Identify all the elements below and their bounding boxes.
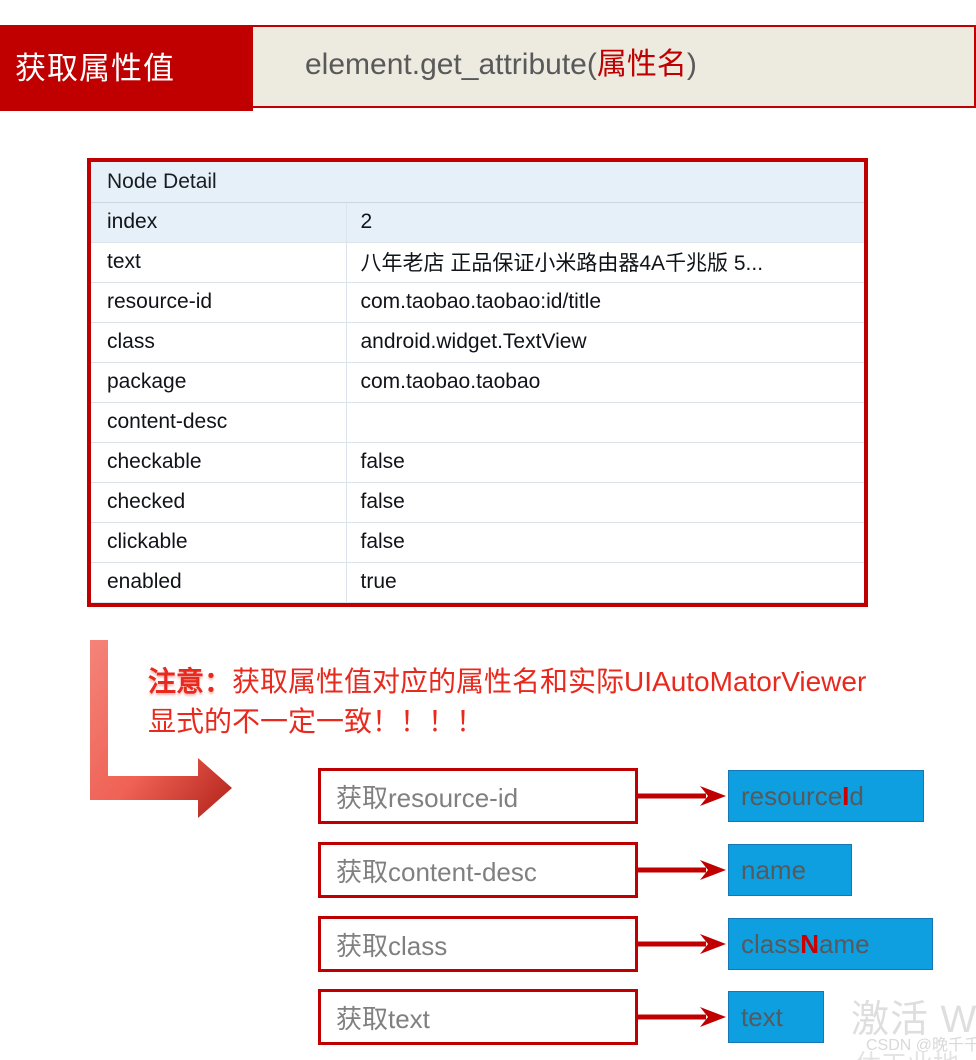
- row-key: checked: [91, 482, 347, 523]
- row-key: clickable: [91, 522, 347, 563]
- node-detail-panel: Node Detail index 2 text 八年老店 正品保证小米路由器4…: [87, 158, 868, 607]
- target-pre: resource: [741, 780, 843, 811]
- mapping-target-label: className: [729, 929, 882, 960]
- table-header-row: Node Detail: [91, 162, 864, 203]
- table-row[interactable]: class android.widget.TextView: [91, 322, 864, 363]
- code-zh-param: 属性名: [596, 48, 687, 81]
- arrow-right-icon: [638, 856, 728, 884]
- row-value: false: [346, 442, 864, 483]
- mapping-target-label: name: [729, 855, 818, 886]
- row-key: checkable: [91, 442, 347, 483]
- row-key: class: [91, 322, 347, 363]
- mapping-source-box[interactable]: 获取resource-id: [318, 768, 638, 824]
- table-row[interactable]: enabled true: [91, 562, 864, 604]
- mapping-target-box[interactable]: text: [728, 991, 824, 1043]
- arrow-right-icon: [638, 782, 728, 810]
- node-detail-table: Node Detail index 2 text 八年老店 正品保证小米路由器4…: [91, 162, 864, 604]
- row-value: com.taobao.taobao:id/title: [346, 282, 864, 323]
- arrow-right-icon: [638, 1003, 728, 1031]
- mapping-source-label: 获取text: [336, 1003, 430, 1034]
- row-key: package: [91, 362, 347, 403]
- mapping-source-box[interactable]: 获取class: [318, 916, 638, 972]
- code-suffix: ): [686, 48, 697, 81]
- table-row[interactable]: checkable false: [91, 442, 864, 483]
- note-text: 注意：获取属性值对应的属性名和实际UIAutoMatorViewer 显式的不一…: [148, 662, 976, 742]
- row-value: com.taobao.taobao: [346, 362, 864, 403]
- table-row[interactable]: package com.taobao.taobao: [91, 362, 864, 403]
- row-key: index: [91, 202, 347, 243]
- mapping-source-label: 获取resource-id: [336, 782, 519, 813]
- slide-canvas: 获取属性值 element.get_attribute(属性名) Node De…: [0, 0, 976, 1060]
- code-prefix: element.get_attribute(: [305, 48, 597, 81]
- target-post: ame: [819, 928, 870, 959]
- mapping-source-box[interactable]: 获取content-desc: [318, 842, 638, 898]
- mapping-target-label: text: [729, 1002, 795, 1033]
- windows-activation-watermark-sub: 休工业地: [855, 1044, 959, 1060]
- mapping-source-label: 获取content-desc: [336, 856, 537, 887]
- row-value: android.widget.TextView: [346, 322, 864, 363]
- table-row[interactable]: content-desc: [91, 402, 864, 443]
- row-value: [346, 402, 864, 443]
- row-value: 八年老店 正品保证小米路由器4A千兆版 5...: [346, 242, 864, 283]
- mapping-source-label: 获取class: [336, 930, 448, 961]
- arrow-right-icon: [638, 930, 728, 958]
- table-row[interactable]: clickable false: [91, 522, 864, 563]
- note-lead: 注意：: [148, 666, 233, 697]
- note-line2: 显式的不一定一致！！！！: [148, 706, 485, 737]
- mapping-target-box[interactable]: className: [728, 918, 933, 970]
- row-key: content-desc: [91, 402, 347, 443]
- table-row[interactable]: resource-id com.taobao.taobao:id/title: [91, 282, 864, 323]
- mapping-target-box[interactable]: name: [728, 844, 852, 896]
- target-pre: class: [741, 928, 801, 959]
- row-value: false: [346, 482, 864, 523]
- target-pre: name: [741, 854, 807, 885]
- row-value: false: [346, 522, 864, 563]
- table-row[interactable]: index 2: [91, 202, 864, 243]
- row-key: enabled: [91, 562, 347, 604]
- header-tag: 获取属性值: [0, 25, 253, 111]
- header-tag-label: 获取属性值: [15, 50, 175, 86]
- node-detail-tbody: Node Detail index 2 text 八年老店 正品保证小米路由器4…: [91, 162, 864, 604]
- table-row[interactable]: text 八年老店 正品保证小米路由器4A千兆版 5...: [91, 242, 864, 283]
- row-value: 2: [346, 202, 864, 243]
- target-pre: text: [741, 1001, 783, 1032]
- row-value: true: [346, 562, 864, 604]
- node-detail-title: Node Detail: [91, 162, 864, 203]
- target-highlight: N: [800, 928, 820, 959]
- row-key: resource-id: [91, 282, 347, 323]
- table-row[interactable]: checked false: [91, 482, 864, 523]
- row-key: text: [91, 242, 347, 283]
- mapping-target-label: resourceId: [729, 781, 876, 812]
- target-post: d: [849, 780, 864, 811]
- header-code-text: element.get_attribute(属性名): [305, 44, 965, 86]
- mapping-source-box[interactable]: 获取text: [318, 989, 638, 1045]
- note-line1: 获取属性值对应的属性名和实际UIAutoMatorViewer: [232, 666, 867, 697]
- mapping-target-box[interactable]: resourceId: [728, 770, 924, 822]
